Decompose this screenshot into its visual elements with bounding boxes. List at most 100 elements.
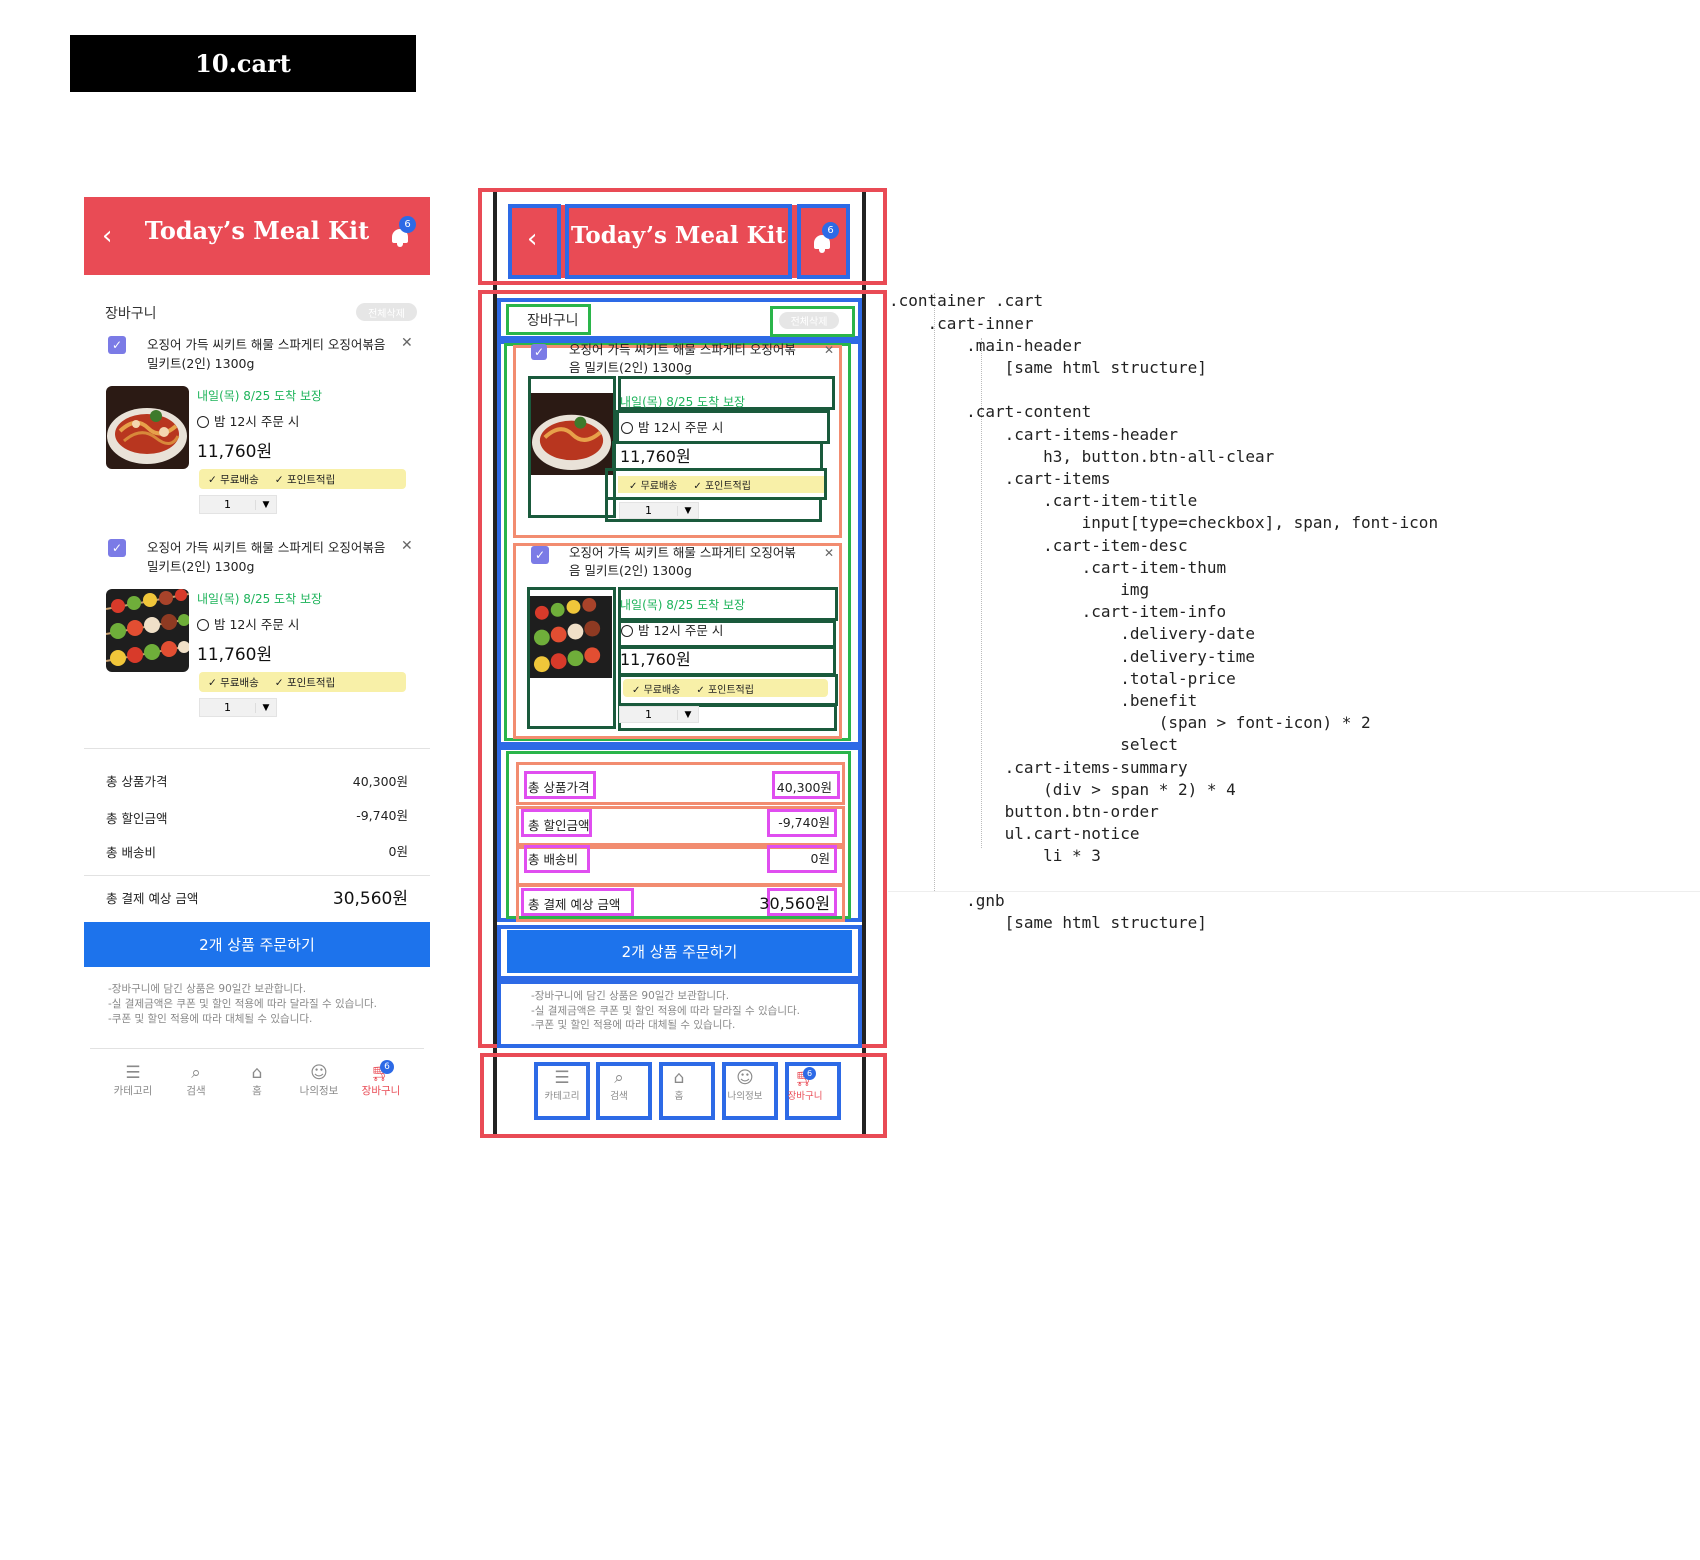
- benefit-points: ✓ 포인트적립: [274, 473, 336, 486]
- benefit-free-shipping: ✓ 무료배송: [208, 473, 259, 486]
- gnb-item-category[interactable]: ☰ 카테고리: [103, 1063, 163, 1098]
- wire-order-button: 2개 상품 주문하기: [507, 930, 852, 973]
- wire-gnb-search: ⌕ 검색: [596, 1068, 642, 1102]
- item-title: 오징어 가득 씨키트 해물 스파게티 오징어볶음 밀키트(2인) 1300g: [147, 337, 386, 371]
- check-icon: ✓: [208, 676, 217, 689]
- wire-benefit: ✓ 무료배송 ✓ 포인트적립: [623, 679, 828, 697]
- notification-badge: 6: [399, 216, 416, 233]
- total-label: 총 결제 예상 금액: [106, 891, 199, 906]
- wire-gnb-home: ⌂ 홈: [659, 1068, 699, 1102]
- search-icon: ⌕: [614, 1068, 624, 1088]
- check-icon: ✓: [274, 676, 284, 689]
- vegetable-skewers-image: [106, 589, 189, 672]
- wire-benefit: ✓ 무료배송 ✓ 포인트적립: [629, 481, 751, 492]
- benefit-box: ✓ 무료배송 ✓ 포인트적립: [199, 672, 406, 692]
- cart-badge: 6: [380, 1060, 394, 1074]
- delivery-time: 밤 12시 주문 시: [197, 614, 299, 633]
- wire-summary-value: 0원: [810, 851, 830, 866]
- wire-summary-label: 총 배송비: [528, 852, 578, 867]
- gnb-item-myinfo[interactable]: ☺ 나의정보: [289, 1063, 349, 1098]
- wire-select: 1 ▼: [619, 706, 699, 723]
- gnb-item-home[interactable]: ⌂ 홈: [227, 1063, 287, 1098]
- summary-value: 0원: [388, 844, 408, 859]
- wire-summary-label: 총 할인금액: [528, 818, 590, 833]
- user-icon: ☺: [736, 1068, 754, 1088]
- wire-checkbox: ✓: [531, 546, 549, 564]
- wire-delivery-date: 내일(목) 8/25 도착 보장: [620, 395, 746, 409]
- chevron-left-icon: ‹: [527, 224, 538, 254]
- item-price: 11,760원: [197, 442, 273, 462]
- wire-item-title: 오징어 가득 씨키트 해물 스파게티 오징어볶음 밀키트(2인) 1300g: [569, 545, 796, 578]
- wire-cart-badge: 6: [803, 1067, 816, 1080]
- user-icon: ☺: [310, 1063, 328, 1083]
- vegetable-skewers-image: [530, 596, 612, 678]
- code-tree: .container .cart .cart-inner .main-heade…: [889, 291, 1439, 933]
- delivery-date: 내일(목) 8/25 도착 보장: [197, 592, 323, 606]
- wire-delivery-time: 밤 12시 주문 시: [621, 620, 723, 639]
- search-icon: ⌕: [191, 1063, 201, 1083]
- wire-cart-title: 장바구니: [527, 313, 579, 329]
- wire-item-title: 오징어 가득 씨키트 해물 스파게티 오징어볶음 밀키트(2인) 1300g: [569, 342, 796, 375]
- wire-price: 11,760원: [620, 447, 691, 466]
- main-header: ‹ Today’s Meal Kit 6: [84, 197, 430, 275]
- close-icon[interactable]: ✕: [401, 335, 413, 351]
- wire-total-label: 총 결제 예상 금액: [528, 897, 621, 912]
- item-price: 11,760원: [197, 645, 273, 665]
- close-icon: ✕: [824, 546, 835, 560]
- benefit-points: ✓ 포인트적립: [274, 676, 336, 689]
- summary-label: 총 할인금액: [106, 811, 168, 826]
- total-value: 30,560원: [332, 889, 408, 909]
- wire-header-title: Today’s Meal Kit: [570, 222, 787, 249]
- check-icon: ✓: [208, 473, 217, 486]
- home-icon: ⌂: [673, 1068, 685, 1088]
- item-checkbox[interactable]: ✓: [108, 539, 126, 557]
- wire-price: 11,760원: [620, 650, 691, 669]
- qty-select[interactable]: 1 ▼: [199, 698, 277, 717]
- menu-icon: ☰: [125, 1063, 141, 1083]
- wire-gnb-myinfo: ☺ 나의정보: [722, 1068, 768, 1102]
- cart-title: 장바구니: [105, 306, 157, 322]
- menu-icon: ☰: [554, 1068, 570, 1088]
- wire-delivery-time: 밤 12시 주문 시: [621, 417, 723, 436]
- wire-summary-value: 40,300원: [776, 780, 832, 795]
- wire-checkbox: ✓: [531, 344, 547, 360]
- gnb-divider: [90, 1048, 424, 1049]
- item-checkbox[interactable]: ✓: [108, 336, 126, 354]
- clock-icon: [197, 416, 209, 428]
- summary-value: 40,300원: [352, 774, 408, 789]
- wire-notice: -장바구니에 담긴 상품은 90일간 보관합니다. -실 결제금액은 쿠폰 및 …: [531, 990, 801, 1031]
- summary-label: 총 배송비: [106, 845, 156, 860]
- close-icon[interactable]: ✕: [401, 538, 413, 554]
- summary-label: 총 상품가격: [106, 774, 168, 789]
- clock-icon: [197, 619, 209, 631]
- gnb-item-search[interactable]: ⌕ 검색: [166, 1063, 226, 1098]
- wire-total-value: 30,560원: [759, 894, 830, 913]
- wire-select: 1 ▼: [619, 502, 699, 519]
- wire-summary-label: 총 상품가격: [528, 780, 590, 795]
- caret-down-icon: ▼: [255, 702, 276, 713]
- squid-pasta-image: [531, 393, 613, 475]
- benefit-box: ✓ 무료배송 ✓ 포인트적립: [199, 469, 406, 489]
- order-button[interactable]: 2개 상품 주문하기: [84, 922, 430, 967]
- item-title: 오징어 가득 씨키트 해물 스파게티 오징어볶음 밀키트(2인) 1300g: [147, 540, 386, 574]
- wire-delivery-date: 내일(목) 8/25 도착 보장: [620, 598, 746, 612]
- header-title: Today’s Meal Kit: [144, 216, 370, 245]
- benefit-free-shipping: ✓ 무료배송: [208, 676, 259, 689]
- delivery-date: 내일(목) 8/25 도착 보장: [197, 389, 323, 403]
- summary-divider: [84, 748, 430, 749]
- page-badge: 10.cart: [70, 35, 416, 92]
- squid-pasta-image: [106, 386, 189, 469]
- wire-clear-all: 전체삭제: [779, 312, 839, 329]
- notification-badge: 6: [822, 222, 839, 239]
- qty-select[interactable]: 1 ▼: [199, 495, 277, 514]
- summary-value: -9,740원: [356, 808, 408, 823]
- total-divider: [84, 875, 430, 876]
- cart-notice: -장바구니에 담긴 상품은 90일간 보관합니다. -실 결제금액은 쿠폰 및 …: [108, 983, 378, 1025]
- home-icon: ⌂: [251, 1063, 263, 1083]
- wire-summary-value: -9,740원: [778, 815, 830, 830]
- delivery-time: 밤 12시 주문 시: [197, 411, 299, 430]
- clear-all-button[interactable]: 전체삭제: [356, 303, 417, 321]
- wire-gnb-category: ☰ 카테고리: [534, 1068, 590, 1102]
- check-icon: ✓: [274, 473, 284, 486]
- caret-down-icon: ▼: [255, 499, 276, 510]
